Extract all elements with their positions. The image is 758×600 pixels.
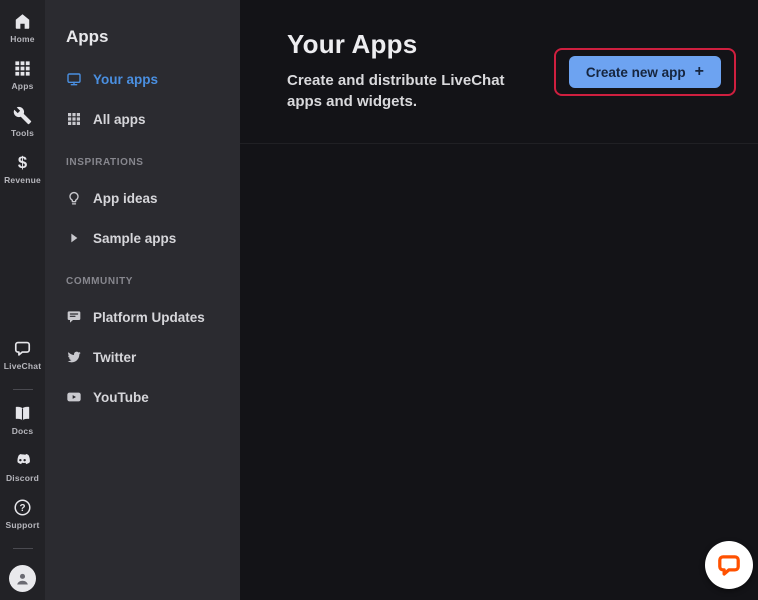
create-new-app-label: Create new app: [586, 65, 686, 80]
rail-item-label: Revenue: [4, 175, 41, 185]
monitor-icon: [66, 71, 82, 87]
rail-item-apps[interactable]: Apps: [0, 59, 45, 91]
sidebar-item-platform-updates[interactable]: Platform Updates: [66, 309, 228, 325]
sidebar-item-label: Twitter: [93, 350, 136, 365]
main-content: Your Apps Create and distribute LiveChat…: [240, 0, 758, 600]
twitter-icon: [66, 349, 82, 365]
sidebar-item-app-ideas[interactable]: App ideas: [66, 190, 228, 206]
page-subtitle: Create and distribute LiveChat apps and …: [287, 71, 527, 112]
book-icon: [13, 404, 32, 423]
sidebar-item-label: Sample apps: [93, 231, 176, 246]
sidebar-item-your-apps[interactable]: Your apps: [66, 71, 228, 87]
discord-icon: [13, 451, 32, 470]
livechat-bubble-icon: [13, 339, 32, 358]
main-header: Your Apps Create and distribute LiveChat…: [240, 0, 758, 144]
sidebar-item-sample-apps[interactable]: Sample apps: [66, 230, 228, 246]
question-circle-icon: ?: [13, 498, 32, 517]
livechat-widget-button[interactable]: [705, 541, 753, 589]
sidebar-item-youtube[interactable]: YouTube: [66, 389, 228, 405]
lightbulb-icon: [66, 190, 82, 206]
rail-item-label: Home: [10, 34, 34, 44]
sidebar-item-label: App ideas: [93, 191, 158, 206]
apps-sidebar: Apps Your apps All apps INSPIRATIONS App…: [45, 0, 240, 600]
youtube-icon: [66, 389, 82, 405]
sidebar-section-community: COMMUNITY: [66, 276, 228, 287]
annotation-highlight-box: Create new app +: [554, 48, 736, 96]
updates-bubble-icon: [66, 309, 82, 325]
rail-bottom-group: LiveChat Docs Discord ? Support: [0, 339, 45, 592]
sidebar-item-all-apps[interactable]: All apps: [66, 111, 228, 127]
create-new-app-button[interactable]: Create new app +: [569, 56, 721, 88]
rail-item-livechat[interactable]: LiveChat: [0, 339, 45, 371]
user-avatar[interactable]: [9, 565, 36, 592]
rail-divider: [13, 548, 33, 549]
rail-item-label: Apps: [11, 81, 33, 91]
rail-item-tools[interactable]: Tools: [0, 106, 45, 138]
livechat-widget-icon: [716, 552, 742, 578]
rail-item-support[interactable]: ? Support: [0, 498, 45, 530]
triangle-expander-icon: [66, 230, 82, 246]
person-icon: [14, 570, 31, 587]
sidebar-section-inspirations: INSPIRATIONS: [66, 157, 228, 168]
svg-text:$: $: [18, 153, 27, 172]
rail-item-label: Support: [6, 520, 40, 530]
sidebar-item-twitter[interactable]: Twitter: [66, 349, 228, 365]
apps-grid-icon: [13, 59, 32, 78]
rail-item-label: LiveChat: [4, 361, 42, 371]
sidebar-item-label: Your apps: [93, 72, 158, 87]
rail-item-label: Tools: [11, 128, 34, 138]
rail-item-revenue[interactable]: $ Revenue: [0, 153, 45, 185]
rail-item-discord[interactable]: Discord: [0, 451, 45, 483]
rail-item-label: Docs: [12, 426, 34, 436]
rail-item-docs[interactable]: Docs: [0, 404, 45, 436]
apps-list-empty-area: [240, 144, 758, 600]
plus-icon: +: [695, 64, 704, 80]
sidebar-item-label: All apps: [93, 112, 146, 127]
sidebar-item-label: Platform Updates: [93, 310, 205, 325]
icon-rail: Home Apps Tools $ Revenue LiveChat Docs: [0, 0, 45, 600]
home-icon: [13, 12, 32, 31]
rail-item-label: Discord: [6, 473, 39, 483]
livechat-developer-console: Home Apps Tools $ Revenue LiveChat Docs: [0, 0, 758, 600]
grid-icon: [66, 111, 82, 127]
sidebar-title: Apps: [66, 27, 228, 47]
sidebar-item-label: YouTube: [93, 390, 149, 405]
rail-item-home[interactable]: Home: [0, 12, 45, 44]
wrench-icon: [13, 106, 32, 125]
dollar-icon: $: [13, 153, 32, 172]
svg-text:?: ?: [19, 503, 25, 514]
rail-divider: [13, 389, 33, 390]
